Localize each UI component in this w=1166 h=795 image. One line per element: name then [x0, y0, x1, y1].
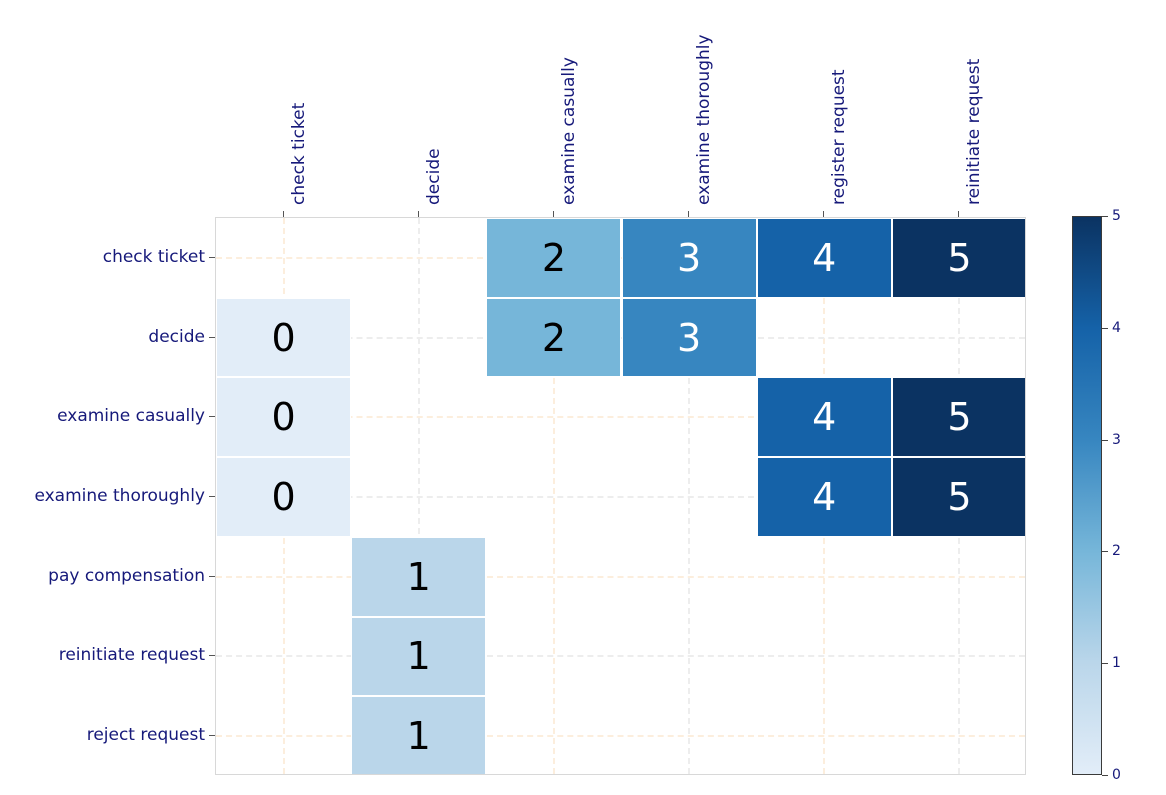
heatmap-cell: 5 [891, 377, 1025, 458]
heatmap-figure: 2345023045045111 check ticket decide exami… [0, 0, 1166, 795]
colorbar-tick-label: 3 [1112, 431, 1121, 448]
heatmap-cell: 1 [351, 616, 487, 697]
y-tick-label: reject request [86, 725, 205, 746]
y-tick-label: examine thoroughly [34, 486, 205, 506]
x-tick-label: decide [423, 148, 444, 205]
heatmap-cell: 5 [891, 457, 1025, 537]
gridline-horizontal [216, 655, 1025, 658]
y-tick-label: reinitiate request [58, 645, 205, 666]
heatmap-cell: 4 [756, 457, 892, 537]
y-tick-mark [209, 256, 215, 258]
x-tick-label: examine casually [558, 57, 579, 205]
y-tick-mark [209, 416, 215, 418]
y-tick-label: examine casually [57, 406, 205, 427]
x-tick-label: register request [829, 69, 850, 205]
colorbar-tick-label: 2 [1112, 543, 1121, 560]
heatmap-cell: 4 [756, 377, 892, 458]
y-tick-label: check ticket [102, 246, 205, 267]
colorbar-tick-mark [1102, 663, 1108, 665]
gridline-horizontal [216, 575, 1025, 578]
x-tick-mark [282, 211, 284, 217]
heatmap-cell: 5 [891, 218, 1025, 298]
heatmap-cell: 1 [351, 696, 487, 774]
colorbar-gradient [1072, 216, 1102, 775]
colorbar-tick-mark [1102, 327, 1108, 329]
colorbar-tick-mark [1102, 551, 1108, 553]
colorbar-tick-label: 5 [1112, 208, 1121, 224]
y-tick-label: decide [148, 326, 205, 347]
heatmap-cell: 0 [216, 377, 352, 458]
x-tick-label: examine thoroughly [694, 34, 715, 205]
colorbar: 0 1 2 3 4 5 [1072, 208, 1121, 783]
colorbar-tick-mark [1102, 216, 1108, 217]
colorbar-tick-label: 0 [1112, 767, 1121, 783]
y-tick-mark [209, 575, 215, 577]
x-tick-mark [417, 211, 419, 217]
heatmap-cell: 4 [756, 218, 892, 298]
colorbar-tick-mark [1102, 775, 1108, 776]
x-tick-mark [688, 211, 690, 217]
colorbar-tick-mark [1102, 439, 1108, 441]
heatmap-cell: 0 [216, 457, 352, 537]
x-tick-mark [823, 211, 825, 217]
x-tick-label: check ticket [288, 102, 309, 205]
colorbar-tick-label: 4 [1112, 319, 1121, 336]
heatmap-cell: 2 [486, 218, 622, 298]
x-tick-mark [552, 211, 554, 217]
heatmap-cell: 3 [621, 218, 757, 298]
heatmap-plot-area: 2345023045045111 [215, 217, 1026, 775]
gridline-horizontal [216, 735, 1025, 738]
y-tick-label: pay compensation [48, 565, 205, 586]
y-tick-mark [209, 336, 215, 338]
x-tick-label: reinitiate request [964, 58, 985, 205]
colorbar-tick-label: 1 [1112, 655, 1121, 672]
y-tick-mark [209, 735, 215, 737]
heatmap-cell: 2 [486, 297, 622, 378]
heatmap-cell: 1 [351, 536, 487, 617]
x-tick-mark [958, 211, 960, 217]
y-tick-mark [209, 496, 215, 497]
heatmap-cell: 3 [621, 297, 757, 378]
y-tick-mark [209, 655, 215, 657]
heatmap-cell: 0 [216, 297, 352, 378]
